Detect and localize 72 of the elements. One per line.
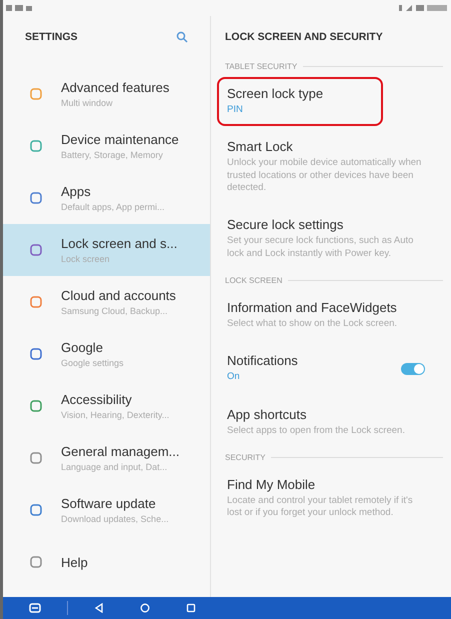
settings-row[interactable]: Screen lock type PIN	[217, 77, 383, 126]
back-icon[interactable]	[94, 603, 104, 613]
row-subtitle: Select apps to open from the Lock screen.	[227, 424, 406, 438]
settings-row[interactable]: Information and FaceWidgets Select what to show on the Lock screen.	[217, 291, 435, 340]
sidebar-item[interactable]: General managem... Language and input, Dat...	[3, 432, 210, 484]
sidebar-item[interactable]: Software update Download updates, Sche...	[3, 484, 210, 536]
setting-icon	[29, 87, 43, 101]
item-subtitle: Download updates, Sche...	[61, 514, 169, 524]
item-subtitle: Vision, Hearing, Dexterity...	[61, 410, 170, 420]
item-title: Apps	[61, 184, 92, 199]
row-subtitle: Select what to show on the Lock screen.	[227, 318, 398, 330]
settings-row[interactable]: Secure lock settings Set your secure lock functions, such as Auto lock and Lock instantly with Power key.	[217, 208, 435, 270]
item-subtitle: Google settings	[61, 358, 124, 368]
row-subtitle: PIN	[227, 104, 244, 116]
row-title: Secure lock settings	[227, 217, 344, 232]
setting-icon	[29, 191, 43, 205]
item-title: Cloud and accounts	[61, 288, 176, 303]
sidebar-item[interactable]: Device maintenance Battery, Storage, Memory	[3, 120, 210, 172]
page-title: LOCK SCREEN AND SECURITY	[225, 31, 383, 43]
row-title: App shortcuts	[227, 406, 308, 422]
item-title: Advanced features	[61, 80, 170, 95]
sidebar-item[interactable]: Accessibility Vision, Hearing, Dexterity...	[3, 380, 210, 432]
row-subtitle: On	[227, 371, 241, 384]
setting-icon	[29, 347, 43, 361]
item-title: Google	[61, 340, 104, 355]
sidebar-item[interactable]: Apps Default apps, App permi...	[3, 172, 210, 224]
item-subtitle: Multi window	[61, 98, 114, 108]
item-subtitle: Default apps, App permi...	[61, 202, 165, 212]
item-subtitle: Samsung Cloud, Backup...	[61, 306, 169, 316]
settings-row[interactable]: App shortcuts Select apps to open from the Lock screen.	[217, 398, 435, 448]
row-subtitle: Set your secure lock functions, such as Auto lock and Lock instantly with Power key.	[227, 235, 414, 260]
item-title: Device maintenance	[61, 132, 179, 147]
sidebar-item[interactable]: Google Google settings	[3, 328, 210, 380]
system-status-icons	[399, 4, 447, 12]
settings-row[interactable]: Smart Lock Unlock your mobile device automatically when trusted locations or other devices have been detected.	[217, 130, 435, 204]
setting-icon	[29, 139, 43, 153]
item-title: Help	[61, 554, 88, 570]
sidebar-item[interactable]: Lock screen and s... Lock screen	[3, 224, 210, 276]
item-title: Accessibility	[61, 392, 133, 407]
setting-icon	[29, 295, 43, 309]
setting-icon	[29, 503, 43, 517]
row-subtitle: Locate and control your tablet remotely if it's lost or if you forget your unlock method.	[227, 495, 414, 520]
sidebar-item[interactable]: Cloud and accounts Samsung Cloud, Backup...	[3, 276, 210, 328]
sidebar-item[interactable]: Advanced features Multi window	[3, 68, 210, 120]
row-title: Find My Mobile	[227, 477, 316, 492]
recents-icon[interactable]	[186, 603, 196, 613]
item-title: Software update	[61, 496, 157, 511]
setting-icon	[29, 243, 43, 257]
settings-row[interactable]: Find My Mobile Locate and control your tablet remotely if it's lost or if you forget your unlock method.	[217, 468, 435, 530]
row-title: Information and FaceWidgets	[227, 300, 398, 316]
toggle-switch[interactable]	[401, 362, 425, 375]
item-title: General managem...	[61, 444, 180, 459]
section-header: SECURITY	[225, 453, 266, 462]
sidebar-item[interactable]: Help	[3, 536, 210, 588]
settings-title: SETTINGS	[25, 31, 78, 43]
item-subtitle: Battery, Storage, Memory	[61, 150, 164, 160]
home-icon[interactable]	[140, 603, 150, 613]
row-title: Smart Lock	[227, 139, 294, 154]
setting-icon	[29, 399, 43, 413]
row-title: Screen lock type	[227, 86, 324, 101]
item-subtitle: Lock screen	[61, 254, 111, 264]
screen-icon[interactable]	[29, 602, 41, 614]
settings-row[interactable]: Notifications On	[217, 344, 435, 394]
item-title: Lock screen and s...	[61, 236, 178, 251]
section-header: TABLET SECURITY	[225, 62, 298, 71]
search-icon[interactable]	[176, 31, 188, 43]
setting-icon	[29, 555, 43, 569]
item-subtitle: Language and input, Dat...	[61, 462, 168, 472]
setting-icon	[29, 451, 43, 465]
row-title: Notifications	[227, 353, 299, 368]
section-header: LOCK SCREEN	[225, 276, 282, 286]
row-subtitle: Unlock your mobile device automatically when trusted locations or other devices have been detected.	[227, 157, 422, 194]
